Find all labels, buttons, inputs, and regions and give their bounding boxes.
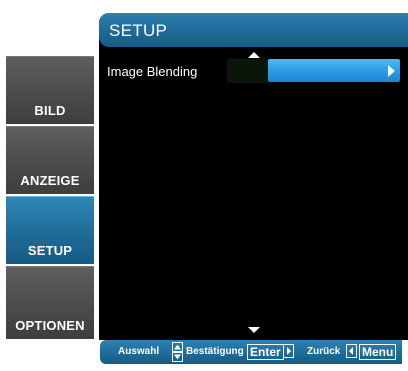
- sidebar-item-setup[interactable]: SETUP: [6, 196, 94, 264]
- menu-item-spacer: [227, 59, 268, 83]
- back-hint: Zurück: [307, 346, 341, 357]
- up-down-icon: [172, 342, 183, 362]
- sidebar-item-label: ANZEIGE: [20, 173, 80, 188]
- menu-item-label: Image Blending: [107, 64, 198, 79]
- page-title: SETUP: [109, 21, 168, 40]
- down-arrow-icon[interactable]: [248, 327, 260, 333]
- sidebar: BILD ANZEIGE SETUP OPTIONEN: [6, 56, 94, 339]
- menu-title-bar: SETUP: [99, 13, 408, 47]
- confirm-hint: Bestätigung: [186, 346, 244, 357]
- sidebar-item-label: SETUP: [27, 243, 73, 258]
- sidebar-item-optionen[interactable]: OPTIONEN: [6, 266, 94, 339]
- sidebar-item-anzeige[interactable]: ANZEIGE: [6, 126, 94, 194]
- sidebar-item-label: BILD: [34, 103, 66, 118]
- sidebar-item-bild[interactable]: BILD: [6, 56, 94, 124]
- image-blending-selector[interactable]: [268, 59, 400, 82]
- sidebar-item-label: OPTIONEN: [15, 318, 85, 333]
- enter-key: Enter: [247, 344, 284, 360]
- select-hint: Auswahl: [118, 346, 160, 357]
- up-arrow-icon[interactable]: [248, 52, 260, 58]
- right-caret-icon: [388, 65, 395, 77]
- footer-help-bar: Auswahl Bestätigung Enter Zurück Menu: [100, 340, 402, 364]
- menu-key: Menu: [359, 344, 397, 360]
- left-key-icon: [346, 344, 357, 358]
- menu-panel: SETUP Image Blending: [99, 13, 408, 340]
- right-key-icon: [283, 344, 294, 358]
